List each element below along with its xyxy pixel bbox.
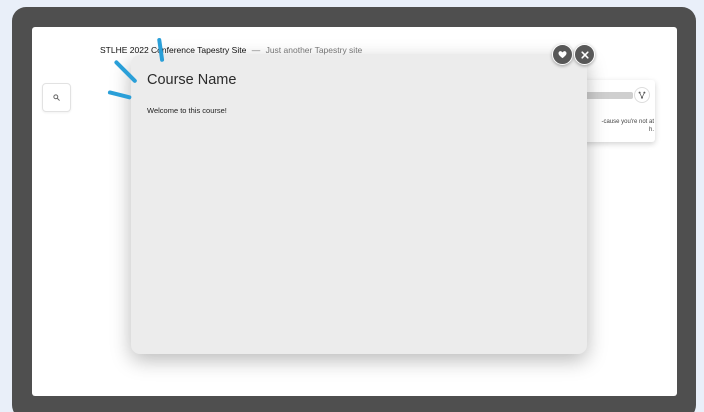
favorite-button[interactable]: [552, 44, 573, 65]
branch-icon: [638, 91, 646, 99]
close-button[interactable]: [574, 44, 595, 65]
site-tagline: Just another Tapestry site: [265, 45, 363, 55]
stage: STLHE 2022 Conference Tapestry Site — Ju…: [0, 0, 704, 412]
site-header: STLHE 2022 Conference Tapestry Site — Ju…: [100, 45, 362, 55]
heart-icon: [558, 51, 567, 59]
site-title[interactable]: STLHE 2022 Conference Tapestry Site: [100, 45, 246, 55]
close-icon: [580, 50, 589, 59]
search-icon: [53, 94, 60, 101]
course-modal: Course Name Welcome to this course!: [131, 55, 587, 354]
site-title-separator: —: [251, 45, 261, 55]
modal-body-text: Welcome to this course!: [147, 106, 227, 115]
modal-title: Course Name: [147, 72, 237, 88]
search-button[interactable]: [42, 83, 71, 112]
side-panel-icon-button[interactable]: [635, 88, 649, 102]
screen: STLHE 2022 Conference Tapestry Site — Ju…: [32, 27, 677, 396]
